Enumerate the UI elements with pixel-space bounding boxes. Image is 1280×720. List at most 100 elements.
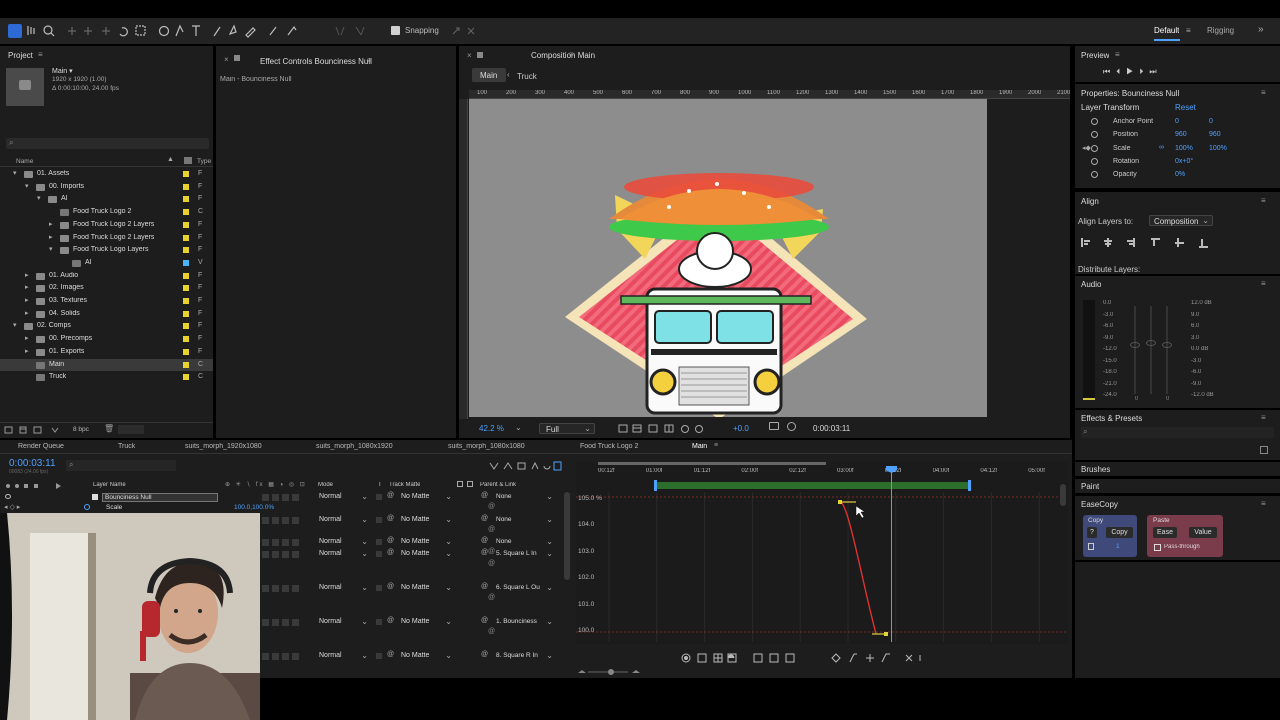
project-item[interactable]: ▾ 00. Imports F <box>0 181 213 193</box>
disclosure-icon[interactable]: ▾ <box>13 169 17 177</box>
parent-pickwhip-icon[interactable]: @ <box>481 492 488 499</box>
label-color-swatch[interactable] <box>183 323 189 330</box>
paint-title[interactable]: Paint <box>1081 482 1099 491</box>
new-preset-icon[interactable] <box>1260 446 1268 454</box>
project-item[interactable]: ▸ Food Truck Logo 2 Layers F <box>0 232 213 244</box>
parent-pickwhip-icon[interactable]: @ <box>481 651 488 658</box>
track-matte-dropdown[interactable]: No Matte ⌄ <box>398 492 454 503</box>
label-color-swatch[interactable] <box>183 272 189 279</box>
align-to-dropdown[interactable]: Composition ⌄ <box>1149 215 1213 226</box>
layer-switches[interactable] <box>262 517 302 524</box>
copy-count[interactable]: 1 <box>1116 543 1120 550</box>
blend-mode-dropdown[interactable]: Normal ⌄ <box>316 515 370 526</box>
label-color-swatch[interactable] <box>183 374 189 381</box>
navigator-bar[interactable] <box>598 462 826 465</box>
disclosure-icon[interactable]: ▸ <box>49 233 53 241</box>
panel-menu-icon[interactable]: ≡ <box>714 442 718 449</box>
disclosure-icon[interactable]: ▸ <box>49 220 53 228</box>
matte-link-icon[interactable]: @ <box>387 583 394 590</box>
last-frame-icon[interactable]: ⏭ <box>1149 67 1162 76</box>
resolution-dropdown[interactable]: Full ⌄ <box>539 423 595 434</box>
property-value-1[interactable]: 960 <box>1175 131 1187 138</box>
work-area-bar[interactable] <box>656 482 970 489</box>
comp-tab-truck[interactable]: Truck <box>517 72 537 81</box>
project-item[interactable]: ▾ AI F <box>0 193 213 205</box>
parent-dropdown[interactable]: 8. Square R In ⌄ <box>493 651 555 662</box>
track-matte-dropdown[interactable]: No Matte ⌄ <box>398 583 454 594</box>
link-spiral-icon[interactable]: @ <box>488 503 495 510</box>
camera-icon[interactable] <box>769 422 779 430</box>
timeline-tab[interactable]: Main <box>692 443 707 450</box>
parent-pickwhip-icon[interactable]: @ <box>481 617 488 624</box>
property-value-2[interactable]: 960 <box>1209 131 1221 138</box>
property-value-2[interactable]: 0 <box>1209 118 1213 125</box>
col-track-matte[interactable]: Track Matte <box>389 482 420 488</box>
next-frame-icon[interactable]: ⏵ <box>1139 67 1149 76</box>
prev-frame-icon[interactable]: ⏴ <box>1116 67 1126 76</box>
matte-link-icon[interactable]: @ <box>387 537 394 544</box>
link-spiral-icon[interactable]: @ <box>488 628 495 635</box>
brushes-title[interactable]: Brushes <box>1081 465 1110 474</box>
disclosure-icon[interactable]: ▾ <box>49 245 53 253</box>
panel-menu-icon[interactable]: ≡ <box>1261 279 1266 288</box>
link-spiral-icon[interactable]: @ <box>488 560 495 567</box>
workspace-menu-icon[interactable]: ≡ <box>1186 26 1191 35</box>
graph-editor[interactable]: 00:12f01:00f01:12f02:00f02:12f03:00f03:1… <box>576 462 1068 644</box>
keyframe-nav-icon[interactable]: ◂◆ <box>1082 144 1091 152</box>
snapping-checkbox[interactable] <box>391 26 400 35</box>
link-spiral-icon[interactable]: @ <box>488 526 495 533</box>
audio-slider-mid[interactable] <box>1146 306 1156 394</box>
disclosure-icon[interactable]: ▸ <box>25 296 29 304</box>
workspace-overflow-icon[interactable]: » <box>1258 24 1264 35</box>
play-icon[interactable]: ▶ <box>1126 67 1139 76</box>
project-item[interactable]: ▾ 01. Assets F <box>0 168 213 180</box>
label-color-swatch[interactable] <box>183 196 189 203</box>
label-color-swatch[interactable] <box>183 234 189 241</box>
matte-link-icon[interactable]: @ <box>387 492 394 499</box>
stopwatch-icon[interactable] <box>1091 157 1098 165</box>
project-item[interactable]: AI V <box>0 257 213 269</box>
help-button[interactable]: ? <box>1087 527 1097 538</box>
label-color-swatch[interactable] <box>183 259 189 266</box>
disclosure-icon[interactable]: ▸ <box>25 309 29 317</box>
disclosure-icon[interactable]: ▾ <box>37 194 41 202</box>
preserve-transparency-checkbox[interactable] <box>376 494 382 500</box>
project-item[interactable]: ▸ 04. Solids F <box>0 308 213 320</box>
label-color-swatch[interactable] <box>183 298 189 304</box>
timeline-tab[interactable]: suits_morph_1080x1920 <box>316 443 393 450</box>
comp-tab-main[interactable]: Main <box>472 68 506 82</box>
matte-link-icon[interactable]: @ <box>387 617 394 624</box>
timeline-tab[interactable]: Truck <box>118 443 135 450</box>
preserve-transparency-checkbox[interactable] <box>376 619 382 625</box>
label-color-swatch[interactable] <box>183 310 189 317</box>
zoom-dropdown-icon[interactable]: ⌄ <box>515 423 522 432</box>
matte-link-icon[interactable]: @ <box>387 515 394 522</box>
passthrough-checkbox[interactable] <box>1154 544 1161 551</box>
stopwatch-icon[interactable] <box>1091 118 1098 125</box>
layer-switches[interactable] <box>262 539 302 546</box>
timeline-tab[interactable]: Render Queue <box>18 443 64 450</box>
exposure-value[interactable]: +0.0 <box>733 424 749 433</box>
layer-switches[interactable] <box>262 494 302 501</box>
eye-icon[interactable] <box>5 494 11 499</box>
project-item[interactable]: ▸ 02. Images F <box>0 282 213 294</box>
timeline-layer-row[interactable]: Bounciness Null Normal ⌄ @ No Matte ⌄ @ None ⌄ <box>0 492 574 503</box>
audio-slider-left[interactable] <box>1130 306 1140 394</box>
blend-mode-dropdown[interactable]: Normal ⌄ <box>316 617 370 628</box>
layer-switches[interactable] <box>262 619 302 626</box>
parent-dropdown[interactable]: 1. Bounciness ⌄ <box>493 617 555 628</box>
project-item[interactable]: ▾ 02. Comps F <box>0 320 213 332</box>
label-color-swatch[interactable] <box>183 348 189 355</box>
blend-mode-dropdown[interactable]: Normal ⌄ <box>316 651 370 662</box>
col-mode[interactable]: Mode <box>318 482 333 488</box>
project-item[interactable]: ▸ 03. Textures F <box>0 295 213 307</box>
reset-button[interactable]: Reset <box>1175 103 1196 112</box>
property-value-1[interactable]: 0% <box>1175 171 1185 178</box>
blend-mode-dropdown[interactable]: Normal ⌄ <box>316 537 370 548</box>
property-value-1[interactable]: 0 <box>1175 118 1179 125</box>
matte-link-icon[interactable]: @ <box>387 651 394 658</box>
property-value-1[interactable]: 100% <box>1175 145 1193 152</box>
selection-tool-icon[interactable] <box>8 24 22 38</box>
parent-pickwhip-icon[interactable]: @ <box>481 537 488 544</box>
project-item[interactable]: Main C <box>0 358 213 371</box>
